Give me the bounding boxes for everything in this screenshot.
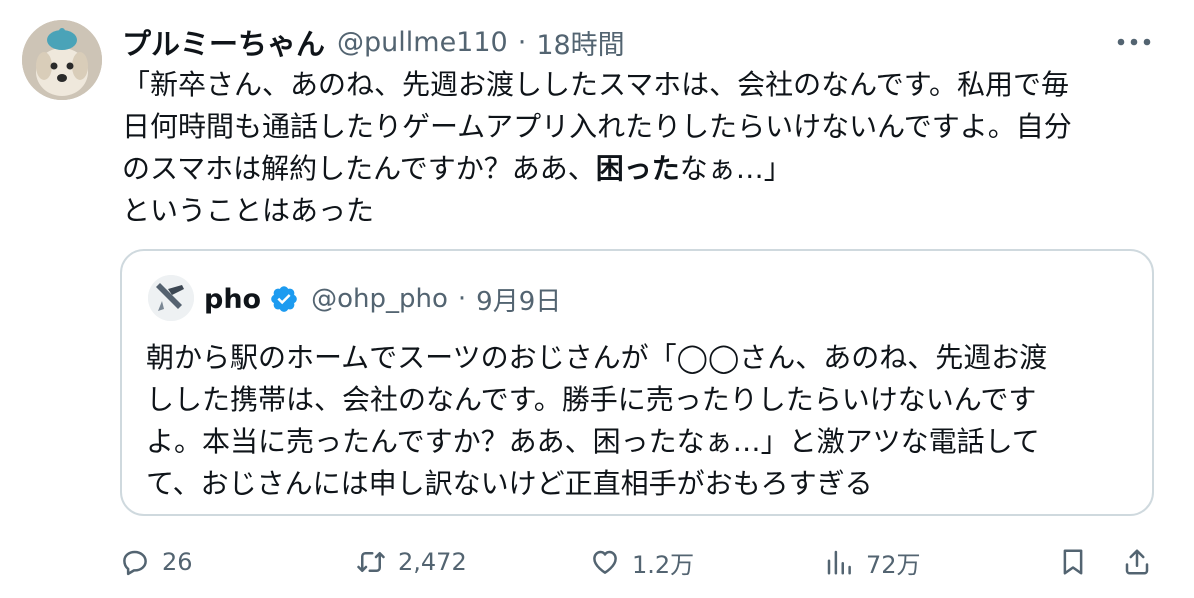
- author-display-name[interactable]: プルミーちゃん: [122, 21, 325, 63]
- like-count: 1.2万: [632, 550, 695, 579]
- quoted-text-line: て、おじさんには申し訳ないけど正直相手がおもろすぎる: [146, 467, 873, 500]
- quoted-text-line: よ。本当に売ったんですか？ああ、困ったなぁ…」と激アツな電話して: [146, 425, 1040, 458]
- dog-avatar-image: [22, 20, 102, 100]
- like-button[interactable]: 1.2万: [590, 538, 694, 586]
- quoted-text-line: 朝から駅のホームでスーツのおじさんが「◯◯さん、あのね、先週お渡: [146, 341, 1048, 374]
- quoted-tweet-header: pho @ohp_pho · 9月9日: [204, 279, 561, 319]
- share-button[interactable]: [1122, 538, 1152, 586]
- bookmark-button[interactable]: [1058, 538, 1088, 586]
- tweet-text-line: ということはあった: [122, 194, 375, 227]
- view-count: 72万: [866, 550, 921, 579]
- quoted-tweet-card[interactable]: pho @ohp_pho · 9月9日 朝から駅のホームでスーツのおじさんが「◯…: [120, 249, 1154, 516]
- views-icon: [827, 550, 851, 575]
- share-icon: [1125, 549, 1149, 575]
- tweet-text-line: 日何時間も通話したりゲームアプリ入れたりしたらいけないんですよ。自分: [122, 110, 1072, 143]
- separator-dot: ·: [517, 26, 527, 58]
- tweet-text-line: のスマホは解約したんですか？ああ、困ったなぁ…」: [122, 148, 1162, 190]
- tweet-text: 「新卒さん、あのね、先週お渡ししたスマホは、会社のなんです。私用で毎 日何時間も…: [122, 64, 1162, 232]
- author-avatar[interactable]: [22, 20, 102, 100]
- tweet-text-bold: 困った: [595, 152, 680, 185]
- separator-dot: ·: [457, 284, 467, 314]
- verified-badge-icon: [269, 284, 299, 314]
- quoted-tweet-text: 朝から駅のホームでスーツのおじさんが「◯◯さん、あのね、先週お渡 しした携帯は、…: [146, 337, 1136, 505]
- more-dots-icon[interactable]: [1112, 30, 1156, 54]
- quoted-author-name[interactable]: pho: [204, 284, 261, 315]
- tweet-action-bar: 26 2,472 1.2万 72万: [0, 538, 1194, 586]
- author-handle[interactable]: @pullme110: [337, 27, 508, 58]
- retweet-icon: [357, 552, 385, 572]
- tweet-header: プルミーちゃん @pullme110 · 18時間: [122, 22, 625, 62]
- heart-icon: [593, 550, 617, 574]
- quoted-author-avatar[interactable]: [148, 275, 194, 321]
- quoted-author-handle[interactable]: @ohp_pho: [311, 284, 448, 314]
- retweet-count: 2,472: [398, 548, 467, 576]
- quoted-tweet-date[interactable]: 9月9日: [476, 281, 561, 318]
- reply-count: 26: [162, 548, 193, 576]
- quoted-text-line: しした携帯は、会社のなんです。勝手に売ったりしたらいけないんです: [146, 383, 1037, 416]
- views-button[interactable]: 72万: [824, 538, 921, 586]
- tweet-text-segment: のスマホは解約したんですか？ああ、: [122, 152, 596, 185]
- quoted-avatar-image: [148, 275, 194, 321]
- retweet-button[interactable]: 2,472: [356, 538, 467, 586]
- reply-icon: [123, 550, 147, 576]
- reply-button[interactable]: 26: [120, 538, 193, 586]
- tweet-timestamp[interactable]: 18時間: [536, 23, 624, 62]
- bookmark-icon: [1063, 549, 1083, 575]
- tweet-text-segment: なぁ…」: [679, 152, 792, 185]
- tweet-text-line: 「新卒さん、あのね、先週お渡ししたスマホは、会社のなんです。私用で毎: [122, 68, 1069, 101]
